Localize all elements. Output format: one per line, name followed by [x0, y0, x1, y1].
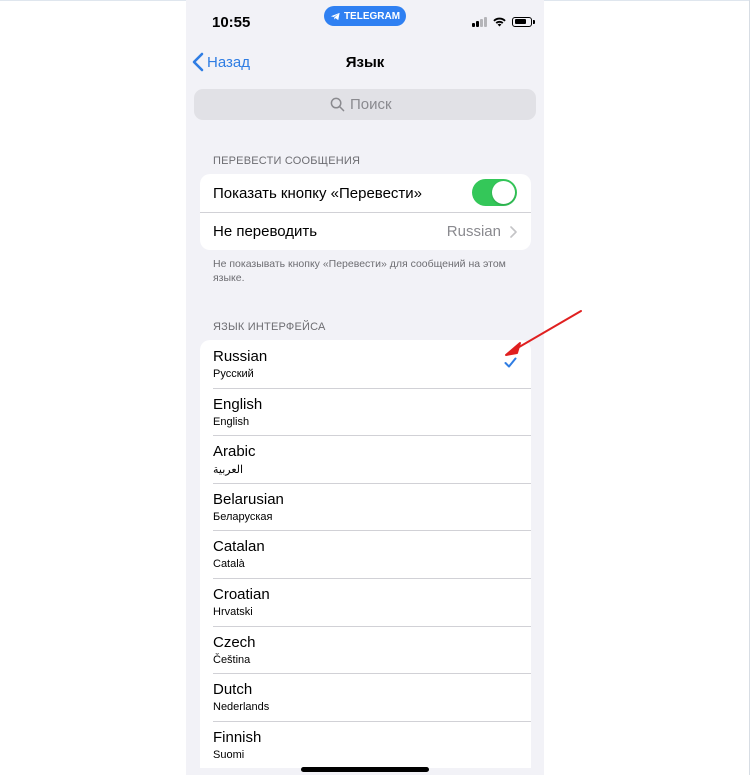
language-list: Russian Русский English English Arabic ا… — [200, 340, 531, 769]
language-native-name: Català — [213, 558, 245, 571]
translate-section-header: ПЕРЕВЕСТИ СООБЩЕНИЯ — [213, 155, 361, 167]
show-translate-button-row[interactable]: Показать кнопку «Перевести» — [200, 174, 531, 212]
search-icon — [330, 97, 345, 112]
battery-icon — [512, 16, 535, 27]
language-row-dutch[interactable]: Dutch Nederlands — [200, 673, 531, 721]
language-name: Belarusian — [213, 490, 284, 508]
language-name: Finnish — [213, 728, 262, 746]
dont-translate-label: Не переводить — [213, 223, 318, 240]
translate-settings-group: Показать кнопку «Перевести» Не переводит… — [200, 174, 531, 250]
show-translate-button-toggle[interactable] — [472, 179, 517, 206]
telegram-pill[interactable]: TELEGRAM — [324, 6, 406, 26]
language-name: Croatian — [213, 585, 270, 603]
language-row-russian[interactable]: Russian Русский — [200, 340, 531, 388]
language-name: Arabic — [213, 443, 256, 461]
language-row-czech[interactable]: Czech Čeština — [200, 625, 531, 674]
search-bar[interactable] — [194, 89, 536, 120]
language-native-name: Nederlands — [213, 701, 270, 714]
language-native-name: Hrvatski — [213, 605, 253, 618]
show-translate-button-label: Показать кнопку «Перевести» — [213, 184, 423, 202]
language-name: Russian — [213, 348, 268, 365]
telegram-icon — [330, 12, 340, 20]
language-row-croatian[interactable]: Croatian Hrvatski — [200, 577, 531, 626]
signal-icon — [472, 16, 487, 27]
language-row-english[interactable]: English English — [200, 387, 531, 436]
language-row-catalan[interactable]: Catalan Català — [200, 530, 531, 578]
wifi-icon — [493, 17, 506, 27]
chevron-right-icon — [510, 226, 517, 238]
language-native-name: Русский — [213, 368, 254, 380]
language-native-name: العربية — [213, 464, 244, 477]
search-input[interactable] — [350, 96, 400, 113]
page-title: Язык — [345, 54, 385, 71]
language-row-belarusian[interactable]: Belarusian Беларуская — [200, 482, 531, 531]
language-name: Czech — [213, 633, 256, 651]
home-indicator — [301, 767, 429, 772]
language-row-finnish[interactable]: Finnish Suomi — [200, 720, 531, 769]
language-name: English — [213, 395, 263, 413]
interface-language-header: ЯЗЫК ИНТЕРФЕЙСА — [213, 321, 326, 333]
language-row-arabic[interactable]: Arabic العربية — [200, 435, 531, 483]
language-native-name: English — [213, 415, 250, 428]
telegram-pill-label: TELEGRAM — [343, 10, 401, 22]
status-icons — [472, 16, 535, 27]
checkmark-icon — [504, 357, 517, 368]
language-native-name: Čeština — [213, 653, 251, 666]
language-native-name: Suomi — [213, 748, 245, 761]
dont-translate-row[interactable]: Не переводить Russian — [200, 212, 531, 250]
language-native-name: Беларуская — [213, 510, 273, 523]
toggle-knob — [492, 181, 515, 204]
dont-translate-value: Russian — [446, 223, 501, 240]
language-name: Catalan — [213, 538, 265, 556]
translate-footer-note: Не показывать кнопку «Перевести» для соо… — [213, 258, 506, 284]
status-time: 10:55 — [212, 14, 251, 31]
language-name: Dutch — [213, 681, 253, 699]
phone-screen: 10:55 TELEGRAM Назад Язык ПЕРЕВЕСТИ СООБ… — [186, 0, 544, 775]
